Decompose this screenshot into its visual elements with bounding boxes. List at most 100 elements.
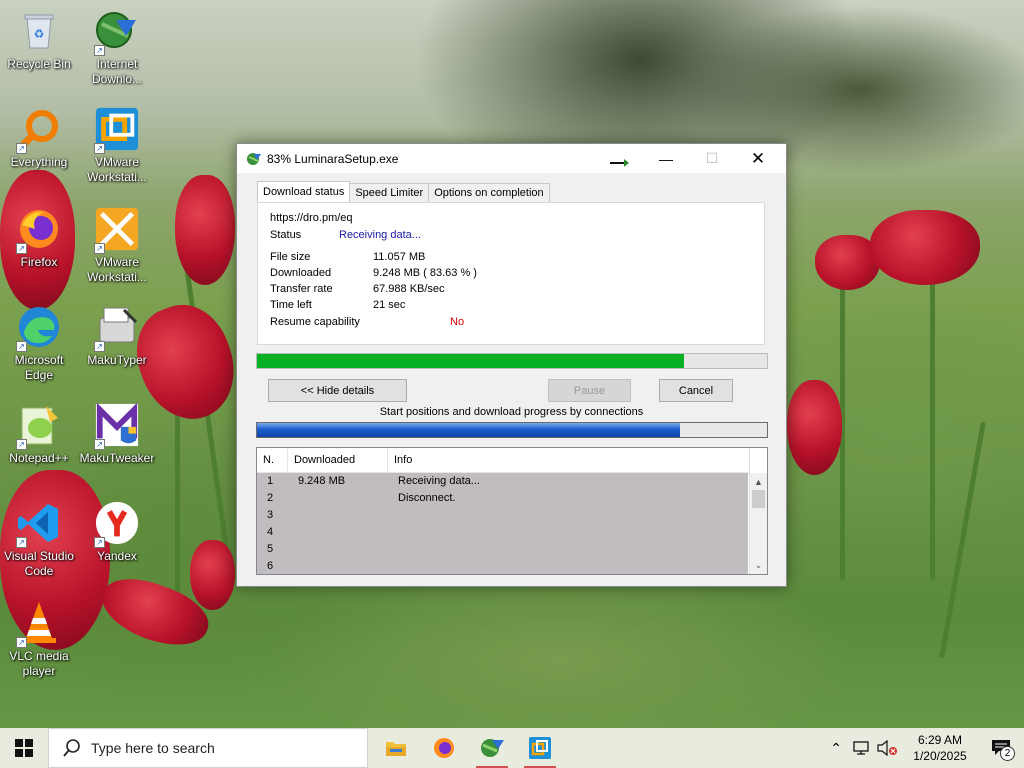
shortcut-arrow-icon: ↗ <box>94 537 105 548</box>
desktop-icon-microsoft-edge[interactable]: ↗ Microsoft Edge <box>2 304 76 383</box>
column-header-number[interactable]: N. <box>257 448 288 472</box>
scroll-up-arrow-icon[interactable]: ▲ <box>750 473 767 490</box>
desktop-icon-makutweaker[interactable]: ↗ MakuTweaker <box>80 402 154 466</box>
network-icon[interactable] <box>852 740 870 756</box>
cell-info <box>388 507 748 524</box>
taskbar-search-box[interactable]: Type here to search <box>48 728 368 768</box>
shortcut-arrow-icon: ↗ <box>16 143 27 154</box>
download-status-panel: https://dro.pm/eq Status Receiving data.… <box>257 202 765 345</box>
cell-downloaded: 9.248 MB <box>298 475 346 487</box>
file-size-label: File size <box>270 251 311 263</box>
idm-icon <box>481 739 504 757</box>
tulip-flower <box>190 540 235 610</box>
desktop-icon-label: Yandex <box>97 549 137 563</box>
desktop-icon-recycle-bin[interactable]: ♻ Recycle Bin <box>2 8 76 72</box>
table-scrollbar[interactable]: ▲ ⌄ <box>749 448 767 574</box>
tab-options-on-completion[interactable]: Options on completion <box>428 183 550 202</box>
resume-capability-label: Resume capability <box>270 316 360 328</box>
edge-icon: ↗ <box>16 304 62 352</box>
desktop-icon-label: MakuTweaker <box>79 451 155 465</box>
connections-table-body: 1 9.248 MB Receiving data... 2 Disconnect. 3 4… <box>257 473 748 574</box>
tab-download-status[interactable]: Download status <box>257 181 351 202</box>
desktop-icon-makutyper[interactable]: ↗ MakuTyper <box>80 304 154 368</box>
cell-info: Receiving data... <box>398 475 480 487</box>
maximize-icon: ☐ <box>705 150 719 166</box>
cancel-button[interactable]: Cancel <box>659 379 733 402</box>
title-bar[interactable]: 83% LuminaraSetup.exe — ☐ ✕ <box>237 144 786 173</box>
yandex-icon: ↗ <box>94 500 140 548</box>
shortcut-arrow-icon: ↗ <box>16 243 27 254</box>
hide-details-button[interactable]: << Hide details <box>268 379 407 402</box>
taskbar-clock[interactable]: 6:29 AM 1/20/2025 <box>902 732 978 764</box>
cell-downloaded <box>288 541 388 558</box>
shortcut-arrow-icon: ↗ <box>16 341 27 352</box>
pause-button[interactable]: Pause <box>548 379 631 402</box>
taskbar-firefox[interactable] <box>420 728 468 768</box>
downloaded-row: Downloaded 9.248 MB ( 83.63 % ) <box>270 267 477 279</box>
file-size-value: 11.057 MB <box>373 251 426 263</box>
table-row[interactable]: 1 9.248 MB Receiving data... <box>257 473 748 490</box>
connections-table-header: N. Downloaded Info <box>257 448 767 473</box>
shortcut-arrow-icon: ↗ <box>16 537 27 548</box>
shortcut-arrow-icon: ↗ <box>94 439 105 450</box>
minimize-button[interactable]: — <box>643 144 689 173</box>
makutyper-icon: ↗ <box>94 304 140 352</box>
desktop-icon-vlc-media-player[interactable]: ↗ VLC media player <box>2 600 76 679</box>
scroll-down-arrow-icon[interactable]: ⌄ <box>750 557 767 574</box>
recycle-bin-icon: ♻ <box>16 8 62 54</box>
desktop-icon-label: VMware Workstati... <box>87 155 147 184</box>
status-row: Status Receiving data... <box>270 229 421 241</box>
show-hidden-icons-chevron-icon[interactable]: ⌃ <box>830 740 842 757</box>
tulip-flower <box>787 380 842 475</box>
cell-number: 4 <box>267 526 274 538</box>
transfer-rate-row: Transfer rate 67.988 KB/sec <box>270 283 445 295</box>
shortcut-arrow-icon: ↗ <box>94 45 105 56</box>
downloaded-value: 9.248 MB ( 83.63 % ) <box>373 267 477 279</box>
table-row[interactable]: 5 <box>257 541 748 558</box>
desktop-icon-notepad-plus-plus[interactable]: ↗ Notepad++ <box>2 402 76 466</box>
start-button[interactable] <box>0 728 48 768</box>
vlc-icon: ↗ <box>16 600 62 648</box>
scrollbar-thumb[interactable] <box>752 490 765 508</box>
vmware-icon <box>529 737 551 759</box>
notification-count-badge: 2 <box>1000 746 1015 761</box>
desktop-icon-vmware-workstation-2[interactable]: ↗ VMware Workstati... <box>80 206 154 285</box>
volume-muted-icon[interactable] <box>876 740 898 756</box>
taskbar-vmware[interactable] <box>516 728 564 768</box>
minimize-icon: — <box>659 150 673 167</box>
cell-downloaded <box>288 507 388 524</box>
cell-downloaded <box>288 524 388 541</box>
desktop-icon-vmware-workstation[interactable]: ↗ VMware Workstati... <box>80 106 154 185</box>
desktop-icon-internet-download-manager[interactable]: ↗ Internet Downlo... <box>80 8 154 87</box>
table-row[interactable]: 6 <box>257 558 748 574</box>
window-title: 83% LuminaraSetup.exe <box>267 151 399 166</box>
table-row[interactable]: 3 <box>257 507 748 524</box>
connections-caption: Start positions and download progress by… <box>379 406 644 418</box>
maximize-button[interactable]: ☐ <box>689 144 735 173</box>
cell-info <box>388 558 748 574</box>
flower-stem <box>175 400 180 620</box>
flower-stem <box>939 421 986 659</box>
close-button[interactable]: ✕ <box>735 144 781 173</box>
taskbar-file-explorer[interactable] <box>372 728 420 768</box>
tab-speed-limiter[interactable]: Speed Limiter <box>349 183 430 202</box>
desktop-icon-visual-studio-code[interactable]: ↗ Visual Studio Code <box>2 500 76 579</box>
desktop-icon-firefox[interactable]: ↗ Firefox <box>2 206 76 270</box>
column-header-info[interactable]: Info <box>388 448 749 472</box>
column-header-downloaded[interactable]: Downloaded <box>288 448 388 472</box>
desktop-icon-label: VMware Workstati... <box>87 255 147 284</box>
desktop-icon-everything[interactable]: ↗ Everything <box>2 106 76 170</box>
shortcut-arrow-icon: ↗ <box>16 439 27 450</box>
table-row[interactable]: 2 Disconnect. <box>257 490 748 507</box>
desktop-icon-yandex[interactable]: ↗ Yandex <box>80 500 154 564</box>
taskbar-idm[interactable] <box>468 728 516 768</box>
notification-center-button[interactable]: 2 <box>978 728 1024 768</box>
notepad-plus-plus-icon: ↗ <box>16 402 62 450</box>
table-row[interactable]: 4 <box>257 524 748 541</box>
download-progress-fill <box>257 354 684 368</box>
drag-arrow-icon[interactable] <box>610 158 630 171</box>
vmware-icon: ↗ <box>94 106 140 154</box>
taskbar: Type here to search ⌃ 6:29 AM 1/20/2025 … <box>0 728 1024 768</box>
cell-info: Disconnect. <box>398 492 456 504</box>
cell-number: 6 <box>267 560 274 572</box>
